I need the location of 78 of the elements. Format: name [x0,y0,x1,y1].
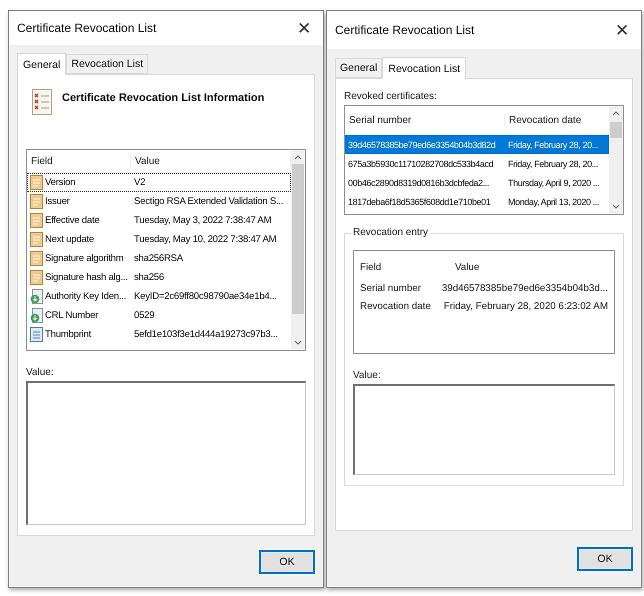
document-icon [30,175,43,190]
group-title: Revocation entry [351,227,430,238]
column-header: Field [360,262,382,272]
list-row[interactable]: Effective date Tuesday, May 3, 2022 7:38:47 AM [27,211,291,230]
field-cell: Issuer [27,194,131,210]
scrollbar[interactable] [609,106,623,214]
ok-button[interactable]: OK [259,550,315,574]
list-row[interactable]: 675a3b5930c11710282708dc533b4acd Friday, February 28, 20... [345,154,609,173]
ok-button[interactable]: OK [577,547,633,571]
field-cell: CRL Number [27,308,131,324]
value-cell-text: Tuesday, May 10, 2022 7:38:47 AM [133,234,278,246]
window-title: Certificate Revocation List [17,21,156,36]
value-cell-text: 5efd1e103f3e1d444a19273c97b3... [133,329,279,340]
scrollbar-thumb[interactable] [292,164,304,314]
document-icon [30,232,43,248]
document-icon [30,213,43,228]
certificate-list-icon [32,89,52,116]
field-label: Value: [353,370,382,381]
value-cell-text: Tuesday, May 3, 2022 7:38:47 AM [133,215,272,226]
date-cell-text: Thursday, April 9, 2020 ... [507,178,600,188]
field-cell-text: Serial number [360,282,422,294]
document-download-icon [30,308,43,324]
list-row[interactable]: 39d46578385be79ed6e3354b04b3d82d Friday, February 28, 20... [345,135,609,154]
tab[interactable]: Revocation List [66,54,148,74]
document-icon [30,194,43,210]
close-button[interactable]: ✕ [293,18,315,39]
list-row[interactable]: Signature algorithm sha256RSA [27,249,291,268]
field-label: Revoked certificates: [344,91,438,102]
field-cell: Thumbprint [27,327,131,342]
field-cell: Signature hash alg... [27,270,131,286]
serial-cell-text: 1817deba6f18d5365f608dd1e710be01 [347,196,492,206]
value-cell-text: sha256RSA [133,253,184,264]
column-header: Value [455,262,480,272]
value-text-area[interactable] [26,381,306,526]
serial-cell-text: 39d46578385be79ed6e3354b04b3d82d [347,140,496,150]
list-row[interactable]: Version V2 [27,173,291,192]
date-cell-text: Friday, February 28, 20... [507,158,599,168]
header-title: Certificate Revocation List Information [62,91,264,104]
value-cell-text: V2 [133,177,146,188]
value-cell-text: 0529 [133,310,156,322]
value-cell: Friday, February 28, 2020 6:23:02 AM [444,300,608,312]
value-cell: 39d46578385be79ed6e3354b04b3d... [442,282,608,294]
list-row[interactable]: CRL Number 0529 [27,306,291,326]
tab[interactable]: Revocation List [382,57,466,79]
date-cell-text: Monday, April 13, 2020 ... [507,196,600,206]
list-row[interactable]: Issuer Sectigo RSA Extended Validation S... [27,192,291,212]
value-text-area[interactable] [353,384,615,475]
field-cell: Authority Key Iden... [27,289,131,304]
column-header[interactable]: Field [27,156,131,167]
list-row[interactable]: 1817deba6f18d5365f608dd1e710be01 Monday, April 13, 2020 ... [345,192,609,211]
tab[interactable]: General [335,58,382,78]
list-row[interactable]: 00b46c2890d8319d0816b3dcbfeda2... Thursday, April 9, 2020 ... [345,173,609,192]
document-icon [30,251,43,266]
document-download-icon [30,289,43,304]
field-cell: Version [27,175,131,190]
field-cell-text: Revocation date [360,300,432,312]
document-icon [30,270,43,286]
field-cell: Next update [27,232,131,248]
serial-cell-text: 00b46c2890d8319d0816b3dcbfeda2... [347,178,490,188]
column-header[interactable]: Serial number [345,114,505,126]
tab[interactable]: General [17,53,66,76]
value-cell-text: sha256 [133,272,165,284]
date-cell-text: Friday, February 28, 20... [507,140,599,150]
scrollbar-thumb[interactable] [610,122,622,138]
list-row[interactable]: Next update Tuesday, May 10, 2022 7:38:47 AM [27,230,291,250]
scrollbar[interactable] [291,150,305,350]
field-cell: Signature algorithm [27,251,131,266]
window-title: Certificate Revocation List [335,23,474,37]
list-row[interactable]: Signature hash alg... sha256 [27,268,291,288]
field-label: Value: [26,367,55,378]
value-cell-text: Sectigo RSA Extended Validation S... [133,196,284,208]
close-button[interactable]: ✕ [611,20,633,40]
document-icon [30,327,43,342]
list-row[interactable]: Authority Key Iden... KeyID=2c69ff80c98790ae34e1b4... [27,287,291,306]
value-cell-text: KeyID=2c69ff80c98790ae34e1b4... [133,291,278,302]
field-cell: Effective date [27,213,131,228]
serial-cell-text: 675a3b5930c11710282708dc533b4acd [347,158,494,168]
list-row[interactable]: Thumbprint 5efd1e103f3e1d444a19273c97b3... [27,325,291,344]
